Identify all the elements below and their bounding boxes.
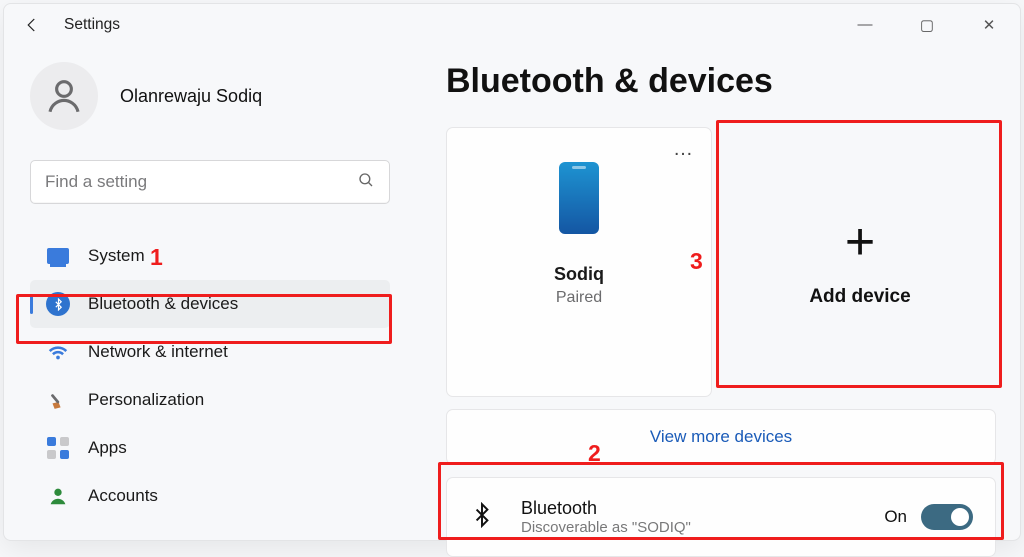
- avatar[interactable]: [30, 62, 98, 130]
- apps-icon: [46, 437, 70, 459]
- back-button[interactable]: [18, 16, 46, 34]
- sidebar-item-bluetooth-devices[interactable]: Bluetooth & devices: [30, 280, 390, 328]
- sidebar-nav: System Bluetooth & devices Network & int…: [30, 232, 390, 520]
- sidebar-item-personalization[interactable]: Personalization: [30, 376, 390, 424]
- bluetooth-subtitle: Discoverable as "SODIQ": [521, 519, 884, 536]
- page-title: Bluetooth & devices: [446, 62, 996, 101]
- sidebar-item-label: Network & internet: [88, 342, 228, 362]
- sidebar-item-apps[interactable]: Apps: [30, 424, 390, 472]
- bluetooth-title: Bluetooth: [521, 498, 884, 519]
- search-icon: [357, 171, 375, 194]
- bluetooth-toggle[interactable]: [921, 504, 973, 530]
- sidebar-item-label: Accounts: [88, 486, 158, 506]
- device-status: Paired: [556, 289, 602, 307]
- sidebar-item-accounts[interactable]: Accounts: [30, 472, 390, 520]
- add-device-label: Add device: [809, 286, 910, 308]
- add-device-card[interactable]: + Add device: [724, 127, 996, 397]
- toggle-state-label: On: [884, 507, 907, 527]
- sidebar-item-label: Bluetooth & devices: [88, 294, 238, 314]
- device-card[interactable]: … Sodiq Paired: [446, 127, 712, 397]
- sidebar-item-label: Personalization: [88, 390, 204, 410]
- view-more-label: View more devices: [650, 427, 792, 447]
- sidebar-item-label: System: [88, 246, 145, 266]
- plus-icon: +: [845, 216, 875, 268]
- bluetooth-toggle-row: Bluetooth Discoverable as "SODIQ" On: [446, 477, 996, 557]
- phone-icon: [559, 162, 599, 234]
- account-icon: [46, 485, 70, 507]
- maximize-button[interactable]: ▢: [910, 16, 944, 34]
- sidebar-item-label: Apps: [88, 438, 127, 458]
- search-input[interactable]: [45, 172, 357, 192]
- minimize-button[interactable]: —: [848, 16, 882, 34]
- search-input-container[interactable]: [30, 160, 390, 204]
- wifi-icon: [46, 341, 70, 363]
- close-button[interactable]: ✕: [972, 16, 1006, 34]
- window-controls: — ▢ ✕: [848, 16, 1012, 34]
- sidebar-item-system[interactable]: System: [30, 232, 390, 280]
- system-icon: [46, 248, 70, 264]
- device-name: Sodiq: [554, 264, 604, 285]
- sidebar-item-network[interactable]: Network & internet: [30, 328, 390, 376]
- more-icon[interactable]: …: [673, 138, 695, 161]
- view-more-devices-button[interactable]: View more devices: [446, 409, 996, 465]
- profile-name: Olanrewaju Sodiq: [120, 86, 262, 107]
- brush-icon: [46, 389, 70, 411]
- bluetooth-icon: [46, 292, 70, 316]
- window-title: Settings: [64, 16, 120, 34]
- bluetooth-icon: [469, 502, 495, 533]
